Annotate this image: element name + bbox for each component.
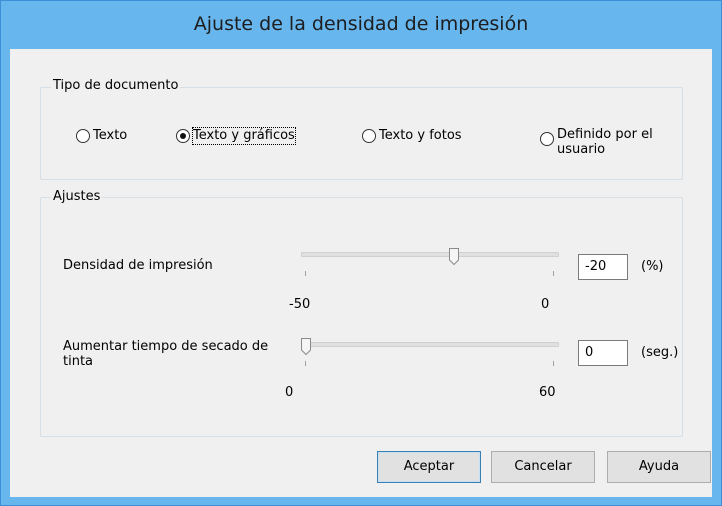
dry-time-input[interactable]: 0 [578,340,628,366]
settings-group-label: Ajustes [51,189,103,204]
density-label: Densidad de impresión [63,258,213,273]
radio-definido-por-usuario-label[interactable]: Definido por el usuario [557,127,677,157]
cancel-button[interactable]: Cancelar [491,451,595,483]
dry-time-max-label: 60 [539,385,556,400]
dry-time-tick-min [305,361,306,366]
dry-time-label: Aumentar tiempo de secado de tinta [63,339,269,369]
dialog-title: Ajuste de la densidad de impresión [193,13,529,35]
window-frame-bottom [1,497,721,505]
dry-time-tick-max [553,361,554,366]
radio-texto-y-fotos-label[interactable]: Texto y fotos [379,128,462,144]
density-input[interactable]: -20 [578,254,628,280]
dry-time-min-label: 0 [285,385,294,400]
radio-definido-por-usuario[interactable]: Definido por el usuario [540,127,677,157]
settings-group [40,197,683,437]
radio-texto-y-fotos[interactable]: Texto y fotos [362,128,462,144]
radio-texto[interactable]: Texto [76,128,127,144]
window-frame-left [1,49,10,505]
radio-texto-label[interactable]: Texto [93,128,127,144]
radio-texto-y-graficos[interactable]: Texto y gráficos [176,127,296,145]
density-slider-thumb[interactable] [448,248,459,265]
radio-definido-por-usuario-circle[interactable] [540,132,554,146]
density-max-label: 0 [541,297,550,312]
density-tick-max [553,271,554,276]
density-unit: (%) [641,259,664,274]
radio-texto-y-graficos-circle[interactable] [176,129,190,143]
document-type-group-label: Tipo de documento [51,78,181,93]
radio-texto-y-graficos-label[interactable]: Texto y gráficos [192,127,296,145]
density-slider-track[interactable] [301,252,559,257]
window-frame-right [712,49,721,505]
dialog-window: Ajuste de la densidad de impresión Tipo … [0,0,722,506]
density-tick-min [305,271,306,276]
radio-texto-circle[interactable] [76,129,90,143]
radio-texto-y-fotos-circle[interactable] [362,129,376,143]
dry-time-unit: (seg.) [641,345,679,360]
ok-button[interactable]: Aceptar [377,451,481,483]
density-min-label: -50 [289,297,311,312]
title-bar[interactable]: Ajuste de la densidad de impresión [1,1,721,49]
dry-time-slider-thumb[interactable] [301,338,311,355]
dry-time-slider-track[interactable] [301,342,559,347]
dialog-body: Tipo de documento Texto Texto y gráficos… [10,49,712,497]
help-button[interactable]: Ayuda [607,451,711,483]
